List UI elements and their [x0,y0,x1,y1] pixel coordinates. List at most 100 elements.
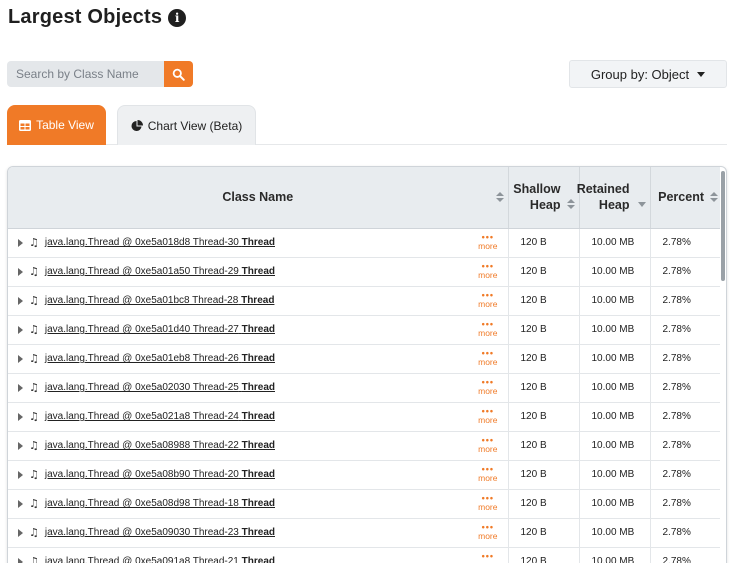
column-percent[interactable]: Percent [650,167,720,229]
more-button[interactable]: ••• more [478,435,497,454]
table-row[interactable]: ♫ java.lang.Thread @ 0xe5a08b90 Thread-2… [8,460,720,490]
more-label: more [478,385,498,396]
more-label: more [478,560,497,563]
object-type: Thread [241,295,275,306]
thread-icon: ♫ [29,265,39,278]
tab-chart-view[interactable]: Chart View (Beta) [117,105,256,145]
more-dots-icon: ••• [481,376,495,387]
retained-heap-cell: 10.00 MB [579,228,651,258]
more-button[interactable]: ••• more [478,551,497,563]
object-link[interactable]: java.lang.Thread @ 0xe5a018d8 Thread-30 … [45,237,275,248]
vertical-scrollbar[interactable] [721,171,725,281]
more-dots-icon: ••• [481,231,495,242]
object-label: java.lang.Thread @ 0xe5a01bc8 Thread-28 [44,295,239,306]
table-icon [19,119,32,131]
table-header-row: Class Name Shallow Heap Retained Heap Pe… [8,167,720,229]
expand-icon[interactable] [18,412,23,421]
object-link[interactable]: java.lang.Thread @ 0xe5a01bc8 Thread-28 … [45,295,275,306]
more-button[interactable]: ••• more [478,493,497,512]
expand-icon[interactable] [18,238,23,247]
retained-heap-cell: 10.00 MB [579,257,651,287]
tab-table-view-label: Table View [36,118,94,132]
more-button[interactable]: ••• more [478,405,497,425]
table-row[interactable]: ♫ java.lang.Thread @ 0xe5a01bc8 Thread-2… [8,286,720,316]
expand-icon[interactable] [18,354,23,363]
object-link[interactable]: java.lang.Thread @ 0xe5a08988 Thread-22 … [45,440,275,451]
page-title: Largest Objects [8,6,163,28]
object-link[interactable]: java.lang.Thread @ 0xe5a08b90 Thread-20 … [45,469,275,480]
tab-table-view[interactable]: Table View [7,105,106,145]
shallow-heap-cell: 120 B [508,460,580,490]
expand-icon[interactable] [18,267,23,276]
percent-cell: 2.78% [650,431,720,461]
search-button[interactable] [164,61,193,87]
expand-icon[interactable] [18,528,23,537]
expand-icon[interactable] [18,325,23,334]
column-retained-heap[interactable]: Retained Heap [577,167,651,229]
class-name-cell: ♫ java.lang.Thread @ 0xe5a09030 Thread-2… [8,518,509,548]
expand-icon[interactable] [18,441,23,450]
table-row[interactable]: ♫ java.lang.Thread @ 0xe5a018d8 Thread-3… [8,228,720,258]
column-shallow-heap-label-1: Shallow [513,182,561,197]
search-input[interactable] [7,61,164,87]
more-button[interactable]: ••• more [478,260,497,280]
info-icon[interactable]: i [168,8,187,27]
more-button[interactable]: ••• more [478,464,497,483]
table-row[interactable]: ♫ java.lang.Thread @ 0xe5a021a8 Thread-2… [8,402,720,432]
shallow-heap-cell: 120 B [508,489,580,519]
object-link[interactable]: java.lang.Thread @ 0xe5a02030 Thread-25 … [45,382,275,393]
expand-icon[interactable] [18,557,23,563]
more-dots-icon: ••• [481,260,495,271]
object-type: Thread [241,382,275,393]
thread-icon: ♫ [29,381,39,394]
object-label: java.lang.Thread @ 0xe5a08d98 Thread-18 [44,498,239,509]
expand-icon[interactable] [18,383,23,392]
percent-cell: 2.78% [650,315,720,345]
column-shallow-heap[interactable]: Shallow Heap [508,167,580,229]
object-link[interactable]: java.lang.Thread @ 0xe5a08d98 Thread-18 … [45,498,275,509]
table-row[interactable]: ♫ java.lang.Thread @ 0xe5a01a50 Thread-2… [8,257,720,287]
object-label: java.lang.Thread @ 0xe5a091a8 Thread-21 [44,556,239,563]
object-link[interactable]: java.lang.Thread @ 0xe5a01d40 Thread-27 … [45,324,275,335]
shallow-heap-cell: 120 B [508,518,580,548]
table-row[interactable]: ♫ java.lang.Thread @ 0xe5a01d40 Thread-2… [8,315,720,345]
thread-icon: ♫ [29,323,39,336]
more-dots-icon: ••• [481,405,495,416]
column-percent-label: Percent [658,190,704,205]
object-link[interactable]: java.lang.Thread @ 0xe5a09030 Thread-23 … [45,527,275,538]
more-button[interactable]: ••• more [478,348,497,367]
more-button[interactable]: ••• more [478,318,497,338]
more-label: more [478,530,498,541]
table-row[interactable]: ♫ java.lang.Thread @ 0xe5a08d98 Thread-1… [8,489,720,519]
more-button[interactable]: ••• more [478,231,497,251]
expand-icon[interactable] [18,296,23,305]
retained-heap-cell: 10.00 MB [579,373,651,403]
object-link[interactable]: java.lang.Thread @ 0xe5a091a8 Thread-21 … [45,556,275,563]
object-label: java.lang.Thread @ 0xe5a08b90 Thread-20 [44,469,239,480]
percent-cell: 2.78% [650,373,720,403]
more-button[interactable]: ••• more [478,521,498,541]
more-dots-icon: ••• [481,318,495,329]
class-name-cell: ♫ java.lang.Thread @ 0xe5a08d98 Thread-1… [8,489,509,519]
table-row[interactable]: ♫ java.lang.Thread @ 0xe5a091a8 Thread-2… [8,547,720,563]
expand-icon[interactable] [18,470,23,479]
table-row[interactable]: ♫ java.lang.Thread @ 0xe5a09030 Thread-2… [8,518,720,548]
column-class-name[interactable]: Class Name [8,167,509,229]
table-row[interactable]: ♫ java.lang.Thread @ 0xe5a01eb8 Thread-2… [8,344,720,374]
table-row[interactable]: ♫ java.lang.Thread @ 0xe5a08988 Thread-2… [8,431,720,461]
retained-heap-cell: 10.00 MB [579,344,651,374]
object-type: Thread [241,353,275,364]
object-label: java.lang.Thread @ 0xe5a018d8 Thread-30 [44,237,239,248]
group-by-dropdown[interactable]: Group by: Object [569,60,727,88]
more-button[interactable]: ••• more [478,290,497,309]
expand-icon[interactable] [18,499,23,508]
more-dots-icon: ••• [481,521,495,532]
object-link[interactable]: java.lang.Thread @ 0xe5a01eb8 Thread-26 … [45,353,275,364]
sort-icon [495,192,504,203]
view-tabs: Table View Chart View (Beta) [7,105,727,145]
more-button[interactable]: ••• more [478,376,498,396]
table-row[interactable]: ♫ java.lang.Thread @ 0xe5a02030 Thread-2… [8,373,720,403]
object-link[interactable]: java.lang.Thread @ 0xe5a01a50 Thread-29 … [45,266,275,277]
object-link[interactable]: java.lang.Thread @ 0xe5a021a8 Thread-24 … [45,411,275,422]
largest-objects-table: Class Name Shallow Heap Retained Heap Pe… [7,166,727,563]
